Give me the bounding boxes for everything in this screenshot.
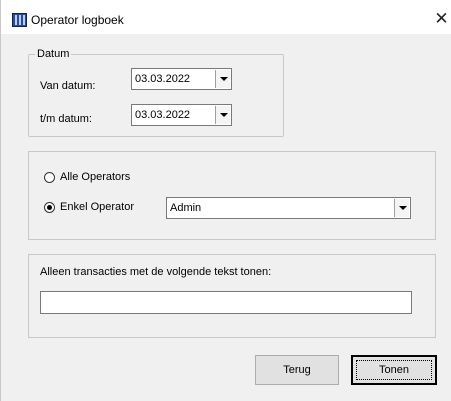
from-date-value: 03.03.2022 — [135, 73, 191, 85]
title-bar: Operator logboek ✕ — [1, 0, 451, 34]
all-operators-radio[interactable] — [44, 172, 55, 183]
app-icon — [12, 13, 27, 27]
from-date-picker[interactable]: 03.03.2022 — [131, 68, 232, 90]
close-icon[interactable]: ✕ — [431, 8, 451, 30]
single-operator-label[interactable]: Enkel Operator — [60, 201, 134, 213]
window-title: Operator logboek — [31, 13, 124, 27]
chevron-down-icon[interactable] — [394, 199, 409, 217]
datum-legend: Datum — [37, 48, 70, 60]
back-button-label: Terug — [283, 364, 311, 376]
filter-label: Alleen transacties met de volgende tekst… — [40, 266, 272, 278]
filter-text-input[interactable] — [40, 291, 412, 314]
focus-rect — [356, 360, 432, 380]
to-date-picker[interactable]: 03.03.2022 — [131, 104, 232, 126]
to-date-value: 03.03.2022 — [135, 109, 191, 121]
operator-log-dialog: Operator logboek ✕ Datum Van datum: 03.0… — [0, 0, 451, 401]
show-button[interactable]: Tonen — [351, 355, 437, 385]
back-button[interactable]: Terug — [255, 355, 339, 385]
to-date-label: t/m datum: — [40, 113, 92, 125]
from-date-label: Van datum: — [40, 80, 96, 92]
chevron-down-icon[interactable] — [215, 70, 230, 88]
all-operators-label[interactable]: Alle Operators — [60, 171, 130, 183]
operator-select[interactable]: Admin — [166, 197, 411, 219]
single-operator-radio[interactable] — [44, 202, 55, 213]
chevron-down-icon[interactable] — [215, 106, 230, 124]
operators-panel — [28, 151, 436, 240]
operator-select-value: Admin — [170, 202, 202, 214]
